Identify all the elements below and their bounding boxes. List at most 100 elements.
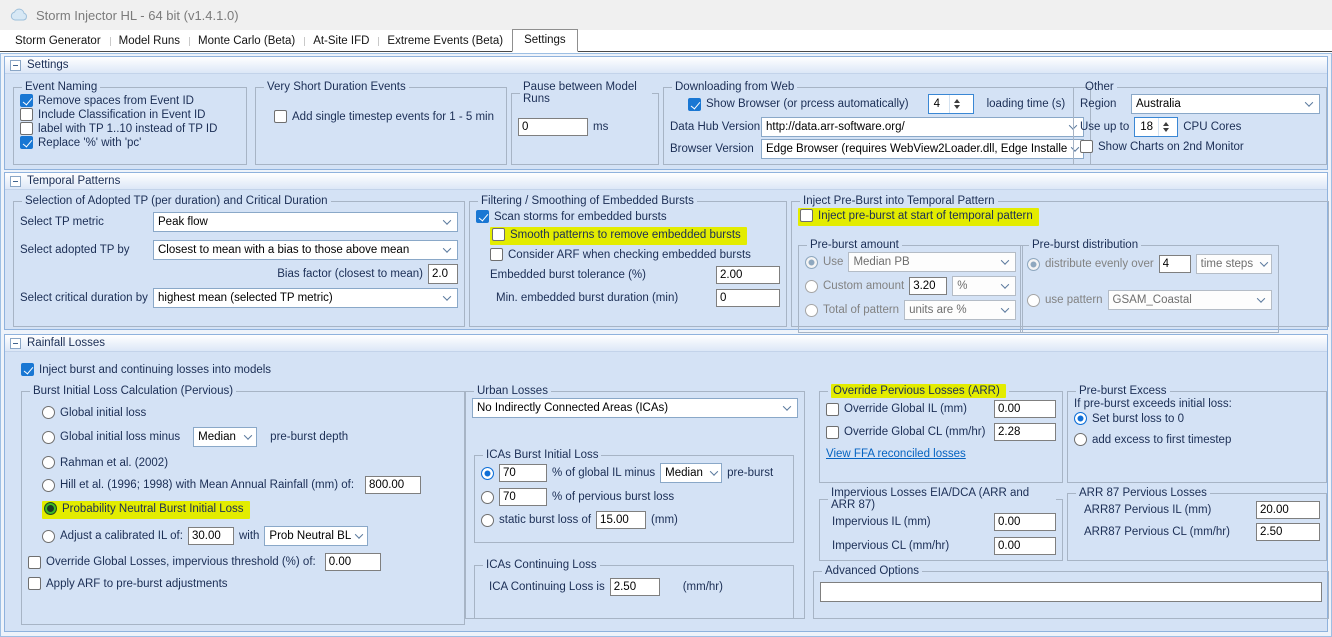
- prob-neutral-bl-dropdown[interactable]: Prob Neutral BL: [264, 526, 368, 546]
- burst-il-calc-group: Burst Initial Loss Calculation (Pervious…: [21, 385, 465, 625]
- spinner-up-icon[interactable]: [1163, 122, 1169, 126]
- inject-preburst-group: Inject Pre-Burst into Temporal Pattern I…: [791, 195, 1329, 327]
- global-il-minus-radio[interactable]: Global initial loss minus: [42, 431, 180, 444]
- impervious-il-input[interactable]: [994, 513, 1056, 531]
- show-browser-checkbox[interactable]: Show Browser (or prcess automatically): [688, 98, 909, 111]
- preburst-depth-dropdown[interactable]: Median: [193, 427, 257, 447]
- use-pattern-radio[interactable]: use pattern: [1027, 294, 1103, 307]
- view-ffa-link[interactable]: View FFA reconciled losses: [826, 448, 966, 460]
- arr87-cl-input[interactable]: [1256, 523, 1320, 541]
- global-il-radio[interactable]: Global initial loss: [42, 406, 146, 419]
- pct-global-il-radio[interactable]: [481, 467, 494, 480]
- critical-duration-dropdown[interactable]: highest mean (selected TP metric): [153, 288, 458, 308]
- override-global-il-input[interactable]: [994, 400, 1056, 418]
- tp-metric-dropdown[interactable]: Peak flow: [153, 212, 458, 232]
- loading-time-stepper[interactable]: 4: [928, 94, 974, 114]
- custom-amount-input[interactable]: [909, 277, 947, 295]
- ica-cl-input[interactable]: [610, 578, 660, 596]
- remove-spaces-checkbox[interactable]: Remove spaces from Event ID: [20, 94, 194, 107]
- apply-arf-checkbox[interactable]: Apply ARF to pre-burst adjustments: [28, 577, 228, 590]
- scan-storms-checkbox[interactable]: Scan storms for embedded bursts: [476, 210, 667, 223]
- browser-version-label: Browser Version: [670, 143, 756, 155]
- tab-monte-carlo[interactable]: Monte Carlo (Beta): [189, 32, 304, 51]
- min-burst-duration-input[interactable]: [716, 289, 780, 307]
- data-hub-dropdown[interactable]: http://data.arr-software.org/: [761, 117, 1084, 137]
- calibrated-il-input[interactable]: [188, 527, 234, 545]
- preburst-distribution-group: Pre-burst distribution distribute evenly…: [1020, 239, 1279, 333]
- title-bar: Storm Injector HL - 64 bit (v1.4.1.0): [0, 0, 1332, 30]
- impervious-cl-input[interactable]: [994, 537, 1056, 555]
- impervious-threshold-input[interactable]: [325, 553, 381, 571]
- pause-ms-input[interactable]: [518, 118, 588, 136]
- static-burst-loss-input[interactable]: [596, 511, 646, 529]
- collapse-icon[interactable]: [10, 176, 21, 187]
- custom-amount-unit-dropdown[interactable]: %: [952, 276, 1016, 296]
- tab-settings[interactable]: Settings: [512, 29, 578, 52]
- static-burst-loss-radio[interactable]: static burst loss of: [481, 514, 591, 527]
- hill-radio[interactable]: Hill et al. (1996; 1998) with Mean Annua…: [42, 479, 354, 492]
- region-dropdown[interactable]: Australia: [1131, 94, 1320, 114]
- adjust-calibrated-il-radio[interactable]: Adjust a calibrated IL of:: [42, 530, 183, 543]
- preburst-excess-group: Pre-burst Excess If pre-burst exceeds in…: [1067, 385, 1327, 483]
- distribute-evenly-radio[interactable]: distribute evenly over: [1027, 258, 1154, 271]
- collapse-icon[interactable]: [10, 60, 21, 71]
- override-global-il-checkbox[interactable]: Override Global IL (mm): [826, 403, 967, 416]
- include-classification-checkbox[interactable]: Include Classification in Event ID: [20, 108, 205, 121]
- override-global-cl-checkbox[interactable]: Override Global CL (mm/hr): [826, 426, 985, 439]
- total-units-dropdown[interactable]: units are %: [904, 300, 1016, 320]
- icas-median-dropdown[interactable]: Median: [660, 463, 722, 483]
- inject-losses-checkbox[interactable]: Inject burst and continuing losses into …: [21, 363, 271, 376]
- use-median-pb-radio[interactable]: Use: [805, 256, 843, 269]
- burst-tolerance-label: Embedded burst tolerance (%): [490, 269, 646, 281]
- probability-neutral-radio[interactable]: Probability Neutral Burst Initial Loss: [44, 502, 244, 515]
- charts-2nd-monitor-checkbox[interactable]: Show Charts on 2nd Monitor: [1080, 140, 1244, 153]
- pct-pervious-input[interactable]: [499, 488, 547, 506]
- custom-amount-radio[interactable]: Custom amount: [805, 280, 904, 293]
- time-steps-dropdown[interactable]: time steps: [1196, 254, 1272, 274]
- settings-section-header: Settings: [5, 57, 1327, 74]
- add-excess-first-timestep-radio[interactable]: add excess to first timestep: [1074, 433, 1231, 446]
- set-burst-loss-zero-radio[interactable]: Set burst loss to 0: [1074, 412, 1184, 425]
- spinner-down-icon[interactable]: [1163, 128, 1169, 132]
- replace-percent-checkbox[interactable]: Replace '%' with 'pc': [20, 136, 141, 149]
- tab-extreme-events[interactable]: Extreme Events (Beta): [378, 32, 512, 51]
- static-burst-unit-label: (mm): [651, 514, 678, 526]
- smooth-patterns-checkbox[interactable]: Smooth patterns to remove embedded burst…: [492, 228, 741, 241]
- tab-model-runs[interactable]: Model Runs: [110, 32, 189, 51]
- chevron-down-icon: [240, 428, 256, 446]
- total-of-pattern-radio[interactable]: Total of pattern: [805, 304, 899, 317]
- spinner-down-icon[interactable]: [954, 105, 960, 109]
- median-pb-dropdown[interactable]: Median PB: [848, 252, 1016, 272]
- burst-tolerance-input[interactable]: [716, 266, 780, 284]
- cpu-cores-stepper[interactable]: 18: [1134, 117, 1178, 137]
- inject-preburst-checkbox[interactable]: Inject pre-burst at start of temporal pa…: [800, 209, 1033, 222]
- pattern-dropdown[interactable]: GSAM_Coastal: [1108, 290, 1272, 310]
- pct-global-il-input[interactable]: [499, 464, 547, 482]
- rahman-radio[interactable]: Rahman et al. (2002): [42, 456, 168, 469]
- impervious-cl-label: Impervious CL (mm/hr): [832, 540, 949, 552]
- tab-storm-generator[interactable]: Storm Generator: [6, 32, 110, 51]
- override-global-losses-checkbox[interactable]: Override Global Losses, impervious thres…: [28, 556, 316, 569]
- evenly-steps-input[interactable]: [1159, 255, 1191, 273]
- override-pervious-group: Override Pervious Losses (ARR) Override …: [819, 385, 1063, 483]
- group-title: Very Short Duration Events: [267, 81, 406, 93]
- preburst-suffix-label: pre-burst: [727, 467, 773, 479]
- adopted-tp-dropdown[interactable]: Closest to mean with a bias to those abo…: [153, 240, 458, 260]
- bias-factor-input[interactable]: [428, 264, 458, 284]
- single-timestep-checkbox[interactable]: Add single timestep events for 1 - 5 min: [274, 110, 494, 123]
- chevron-down-icon: [1251, 291, 1271, 309]
- override-global-cl-input[interactable]: [994, 423, 1056, 441]
- collapse-icon[interactable]: [10, 338, 21, 349]
- event-naming-group: Event Naming Remove spaces from Event ID…: [13, 81, 247, 165]
- icas-mode-dropdown[interactable]: No Indirectly Connected Areas (ICAs): [472, 398, 798, 418]
- arr87-il-input[interactable]: [1256, 501, 1320, 519]
- tab-at-site-ifd[interactable]: At-Site IFD: [304, 32, 378, 51]
- pct-pervious-radio[interactable]: [481, 491, 494, 504]
- mean-annual-rainfall-input[interactable]: [365, 476, 421, 494]
- label-with-tp-checkbox[interactable]: label with TP 1..10 instead of TP ID: [20, 122, 217, 135]
- consider-arf-checkbox[interactable]: Consider ARF when checking embedded burs…: [490, 248, 751, 261]
- spinner-up-icon[interactable]: [954, 99, 960, 103]
- browser-version-dropdown[interactable]: Edge Browser (requires WebView2Loader.dl…: [761, 139, 1084, 159]
- advanced-options-input[interactable]: [820, 582, 1322, 602]
- section-title: Temporal Patterns: [27, 175, 120, 187]
